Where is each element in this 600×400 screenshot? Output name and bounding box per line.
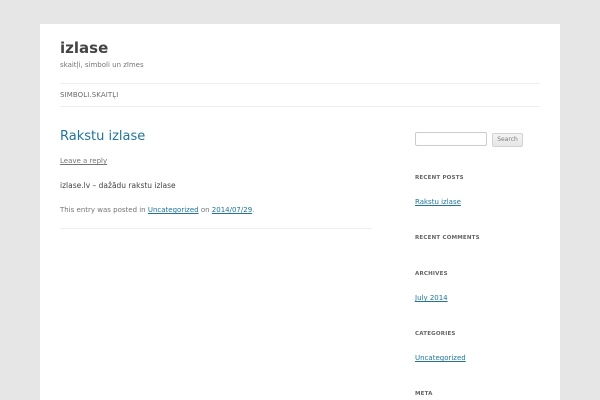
post-content: izlase.lv – dažādu rakstu izlase: [60, 181, 176, 190]
post-meta-suffix: .: [252, 206, 255, 214]
recent-comments-heading: RECENT COMMENTS: [415, 235, 480, 241]
recent-post-link[interactable]: Rakstu izlase: [415, 198, 461, 206]
recent-posts-heading: RECENT POSTS: [415, 175, 464, 181]
post-title[interactable]: Rakstu izlase: [60, 129, 145, 144]
nav-item-simboli-skaitli[interactable]: SIMBOLI.SKAITĻI: [60, 91, 118, 99]
page-container: izlase skaitļi, simboli un zīmes SIMBOLI…: [40, 24, 560, 400]
site-description: skaitļi, simboli un zīmes: [60, 61, 144, 69]
categories-heading: CATEGORIES: [415, 331, 456, 337]
meta-heading: META: [415, 391, 433, 397]
post-divider: [60, 228, 372, 229]
header-divider: [60, 83, 540, 84]
archive-link-july-2014[interactable]: July 2014: [415, 294, 448, 302]
post-category-link[interactable]: Uncategorized: [148, 206, 199, 214]
nav-divider: [60, 106, 540, 107]
site-title[interactable]: izlase: [60, 39, 108, 57]
search-input[interactable]: [415, 132, 487, 146]
post-meta-prefix: This entry was posted in: [60, 206, 146, 214]
post-date-link[interactable]: 2014/07/29: [212, 206, 252, 214]
category-link-uncategorized[interactable]: Uncategorized: [415, 354, 466, 362]
post-meta-on: on: [200, 206, 210, 214]
archives-heading: ARCHIVES: [415, 271, 448, 277]
leave-reply-link[interactable]: Leave a reply: [60, 157, 107, 165]
post-meta: This entry was posted in Uncategorized o…: [60, 206, 254, 214]
search-button[interactable]: Search: [492, 133, 523, 147]
